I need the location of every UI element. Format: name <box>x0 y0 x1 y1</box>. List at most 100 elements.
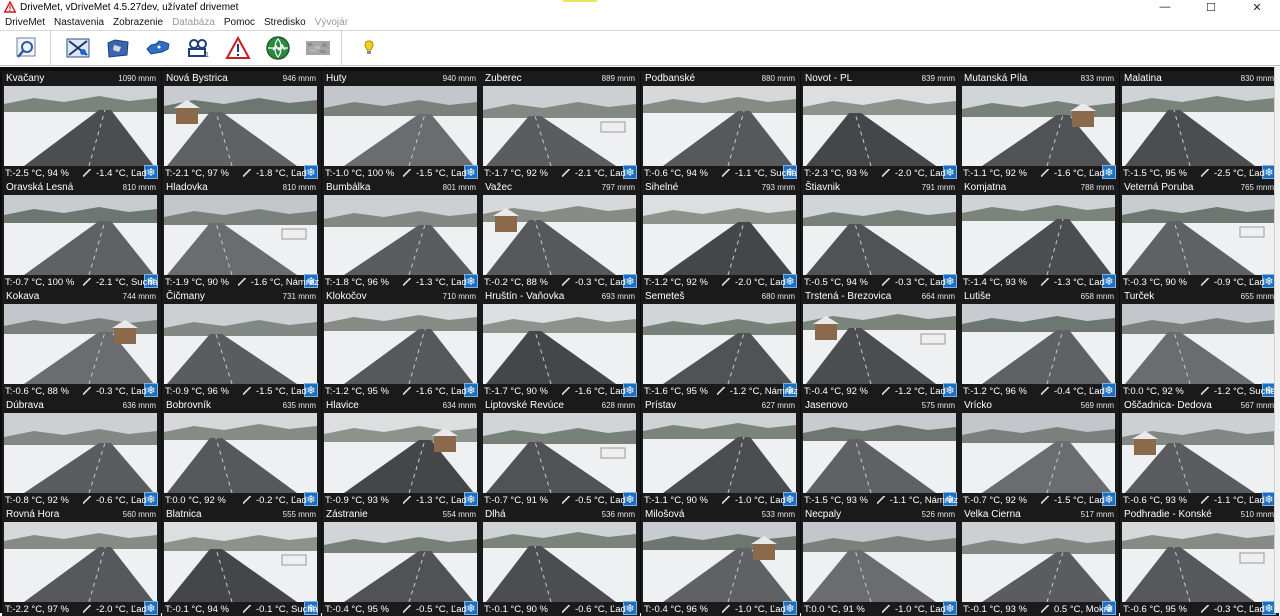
camera-tile[interactable]: Semeteš 680 mnm ❄ T:-1.6 °C, 95 % -1.2 °… <box>641 289 800 398</box>
camera-image[interactable] <box>803 522 956 602</box>
menu-item[interactable]: Stredisko <box>259 17 310 28</box>
camera-tile[interactable]: Oščadnica- Dedova 567 mnm ❄ T:-0.6 °C, 9… <box>1120 398 1279 507</box>
camera-image[interactable] <box>4 413 157 493</box>
camera-tile[interactable]: Bumbálka 801 mnm ❄ T:-1.8 °C, 96 % -1.3 … <box>322 180 481 289</box>
camera-tile[interactable]: Podhradie - Konské 510 mnm ❄ T:-0.6 °C, … <box>1120 507 1279 616</box>
camera-tile[interactable]: Huty 940 mnm ❄ T:-1.0 °C, 100 % -1.5 °C,… <box>322 71 481 180</box>
camera-tile[interactable]: Oravská Lesná 810 mnm ❄ T:-0.7 °C, 100 %… <box>2 180 161 289</box>
menu-item[interactable]: Pomoc <box>219 17 259 28</box>
camera-tile[interactable]: Turček 655 mnm ❄ T:0.0 °C, 92 % -1.2 °C,… <box>1120 289 1279 398</box>
camera-image[interactable] <box>483 413 636 493</box>
camera-image[interactable] <box>483 304 636 384</box>
camera-image[interactable] <box>1122 304 1275 384</box>
camera-image[interactable] <box>643 195 796 275</box>
tools-map-button[interactable] <box>63 33 93 63</box>
camera-tile[interactable]: Novot - PL 839 mnm ❄ T:-2.3 °C, 93 % -2.… <box>801 71 960 180</box>
camera-tile[interactable]: Kokava 744 mnm ❄ T:-0.6 °C, 88 % -0.3 °C… <box>2 289 161 398</box>
globe-button[interactable] <box>263 33 293 63</box>
camera-tile[interactable]: Necpaly 526 mnm ❄ T:0.0 °C, 91 % -1.0 °C… <box>801 507 960 616</box>
camera-image[interactable] <box>324 86 477 166</box>
camera-image[interactable] <box>4 195 157 275</box>
camera-tile[interactable]: Hruštín - Vaňovka 693 mnm ❄ T:-1.7 °C, 9… <box>481 289 640 398</box>
camera-image[interactable] <box>962 522 1115 602</box>
camera-image[interactable] <box>164 86 317 166</box>
search-map-button[interactable] <box>12 33 42 63</box>
texture-button[interactable] <box>303 33 333 63</box>
camera-image[interactable] <box>803 304 956 384</box>
camera-image[interactable] <box>164 413 317 493</box>
maximize-button[interactable]: ☐ <box>1188 0 1234 14</box>
camera-image[interactable] <box>4 522 157 602</box>
camera-tile[interactable]: Štiavnik 791 mnm ❄ T:-0.5 °C, 94 % -0.3 … <box>801 180 960 289</box>
camera-tile[interactable]: Velka Cierna 517 mnm ❄ T:-0.1 °C, 93 % 0… <box>960 507 1119 616</box>
camera-tile[interactable]: Čičmany 731 mnm ❄ T:-0.9 °C, 96 % -1.5 °… <box>162 289 321 398</box>
camera-tile[interactable]: Sihelné 793 mnm ❄ T:-1.2 °C, 92 % -2.0 °… <box>641 180 800 289</box>
camera-tile[interactable]: Dúbrava 636 mnm ❄ T:-0.8 °C, 92 % -0.6 °… <box>2 398 161 507</box>
cameras-button[interactable]: 1 <box>183 33 213 63</box>
camera-tile[interactable]: Nová Bystrica 946 mnm ❄ T:-2.1 °C, 97 % … <box>162 71 321 180</box>
camera-image[interactable] <box>483 86 636 166</box>
help-button[interactable] <box>354 33 384 63</box>
camera-image[interactable] <box>164 304 317 384</box>
camera-image[interactable] <box>324 304 477 384</box>
camera-tile[interactable]: Kvačany 1090 mnm ❄ T:-2.5 °C, 94 % -1.4 … <box>2 71 161 180</box>
camera-image[interactable] <box>1122 86 1275 166</box>
camera-image[interactable] <box>962 413 1115 493</box>
map-view-button[interactable] <box>103 33 133 63</box>
camera-tile[interactable]: Vrícko 569 mnm ❄ T:-0.7 °C, 92 % -1.5 °C… <box>960 398 1119 507</box>
camera-image[interactable] <box>643 522 796 602</box>
close-button[interactable]: ✕ <box>1234 0 1280 14</box>
camera-image[interactable] <box>643 304 796 384</box>
camera-image[interactable] <box>324 195 477 275</box>
camera-image[interactable] <box>164 522 317 602</box>
menu-item[interactable]: Nastavenia <box>49 17 108 28</box>
camera-tile[interactable]: Zuberec 889 mnm ❄ T:-1.7 °C, 92 % -2.1 °… <box>481 71 640 180</box>
camera-image[interactable] <box>164 195 317 275</box>
camera-tile[interactable]: Komjatna 788 mnm ❄ T:-1.4 °C, 93 % -1.3 … <box>960 180 1119 289</box>
camera-image[interactable] <box>324 413 477 493</box>
camera-image[interactable] <box>483 195 636 275</box>
camera-tile[interactable]: Mutanská Píla 833 mnm ❄ T:-1.1 °C, 92 % … <box>960 71 1119 180</box>
warning-button[interactable] <box>223 33 253 63</box>
camera-image[interactable] <box>1122 195 1275 275</box>
camera-tile[interactable]: Važec 797 mnm ❄ T:-0.2 °C, 88 % -0.3 °C,… <box>481 180 640 289</box>
camera-image[interactable] <box>962 195 1115 275</box>
menu-item[interactable]: Zobrazenie <box>108 17 167 28</box>
camera-tile[interactable]: Liptovské Revúce 628 mnm ❄ T:-0.7 °C, 91… <box>481 398 640 507</box>
camera-image[interactable] <box>1122 522 1275 602</box>
menu-item[interactable]: Databáza <box>167 17 219 28</box>
vertical-scrollbar[interactable] <box>1274 67 1280 613</box>
menu-item[interactable]: Vývojár <box>310 17 352 28</box>
minimize-button[interactable]: — <box>1142 0 1188 14</box>
camera-image[interactable] <box>1122 413 1275 493</box>
camera-image[interactable] <box>4 86 157 166</box>
camera-tile[interactable]: Blatnica 555 mnm ❄ T:-0.1 °C, 94 % -0.1 … <box>162 507 321 616</box>
camera-tile[interactable]: Podbanské 880 mnm ❄ T:-0.6 °C, 94 % -1.1… <box>641 71 800 180</box>
camera-image[interactable] <box>803 86 956 166</box>
camera-image[interactable] <box>962 86 1115 166</box>
camera-tile[interactable]: Milošová 533 mnm ❄ T:-0.4 °C, 96 % -1.0 … <box>641 507 800 616</box>
camera-tile[interactable]: Rovná Hora 560 mnm ❄ T:-2.2 °C, 97 % -2.… <box>2 507 161 616</box>
camera-tile[interactable]: Zástranie 554 mnm ❄ T:-0.4 °C, 95 % -0.5… <box>322 507 481 616</box>
camera-image[interactable] <box>643 86 796 166</box>
camera-tile[interactable]: Jasenovo 575 mnm ❄ T:-1.5 °C, 93 % -1.1 … <box>801 398 960 507</box>
camera-image[interactable] <box>324 522 477 602</box>
menu-item[interactable]: DriveMet <box>0 17 49 28</box>
camera-tile[interactable]: Hladovka 810 mnm ❄ T:-1.9 °C, 90 % -1.6 … <box>162 180 321 289</box>
camera-image[interactable] <box>962 304 1115 384</box>
camera-image[interactable] <box>803 195 956 275</box>
camera-tile[interactable]: Trstená - Brezovica 664 mnm ❄ T:-0.4 °C,… <box>801 289 960 398</box>
camera-tile[interactable]: Veterná Poruba 765 mnm ❄ T:-0.3 °C, 90 %… <box>1120 180 1279 289</box>
camera-tile[interactable]: Hlavice 634 mnm ❄ T:-0.9 °C, 93 % -1.3 °… <box>322 398 481 507</box>
camera-image[interactable] <box>803 413 956 493</box>
camera-image[interactable] <box>4 304 157 384</box>
slovakia-map-button[interactable] <box>143 33 173 63</box>
camera-tile[interactable]: Dlhá 536 mnm ❄ T:-0.1 °C, 90 % -0.6 °C, … <box>481 507 640 616</box>
camera-image[interactable] <box>483 522 636 602</box>
camera-tile[interactable]: Lutiše 658 mnm ❄ T:-1.2 °C, 96 % -0.4 °C… <box>960 289 1119 398</box>
camera-tile[interactable]: Klokočov 710 mnm ❄ T:-1.2 °C, 95 % -1.6 … <box>322 289 481 398</box>
camera-image[interactable] <box>643 413 796 493</box>
camera-tile[interactable]: Malatina 830 mnm ❄ T:-1.5 °C, 95 % -2.5 … <box>1120 71 1279 180</box>
camera-tile[interactable]: Prístav 627 mnm ❄ T:-1.1 °C, 90 % -1.0 °… <box>641 398 800 507</box>
camera-tile[interactable]: Bobrovník 635 mnm ❄ T:0.0 °C, 92 % -0.2 … <box>162 398 321 507</box>
